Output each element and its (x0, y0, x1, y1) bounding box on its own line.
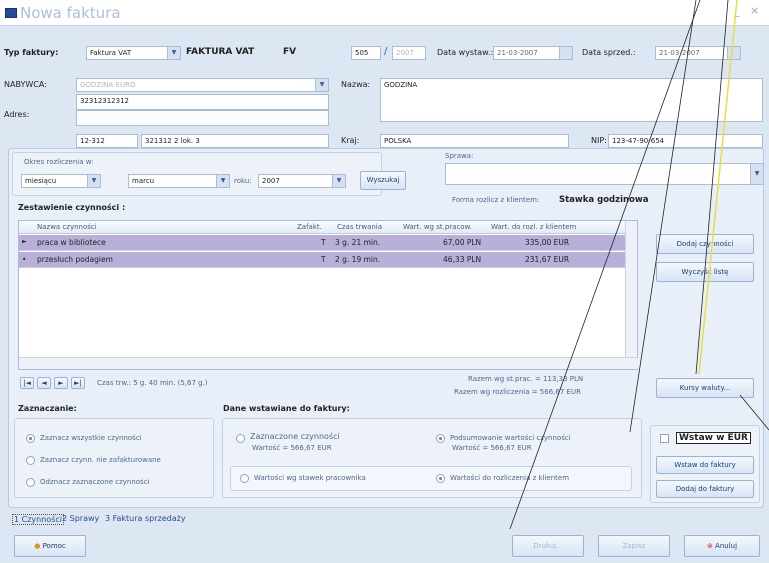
annotation-line (695, 0, 729, 375)
annotation-line (629, 0, 697, 433)
annotation-line-yellow (698, 0, 738, 375)
annotation-line (739, 394, 769, 431)
annotation-lines (509, 0, 769, 530)
invoice-window: Nowa faktura _ × Typ faktury: Faktura VA… (0, 0, 769, 563)
annotation-line (509, 0, 701, 530)
